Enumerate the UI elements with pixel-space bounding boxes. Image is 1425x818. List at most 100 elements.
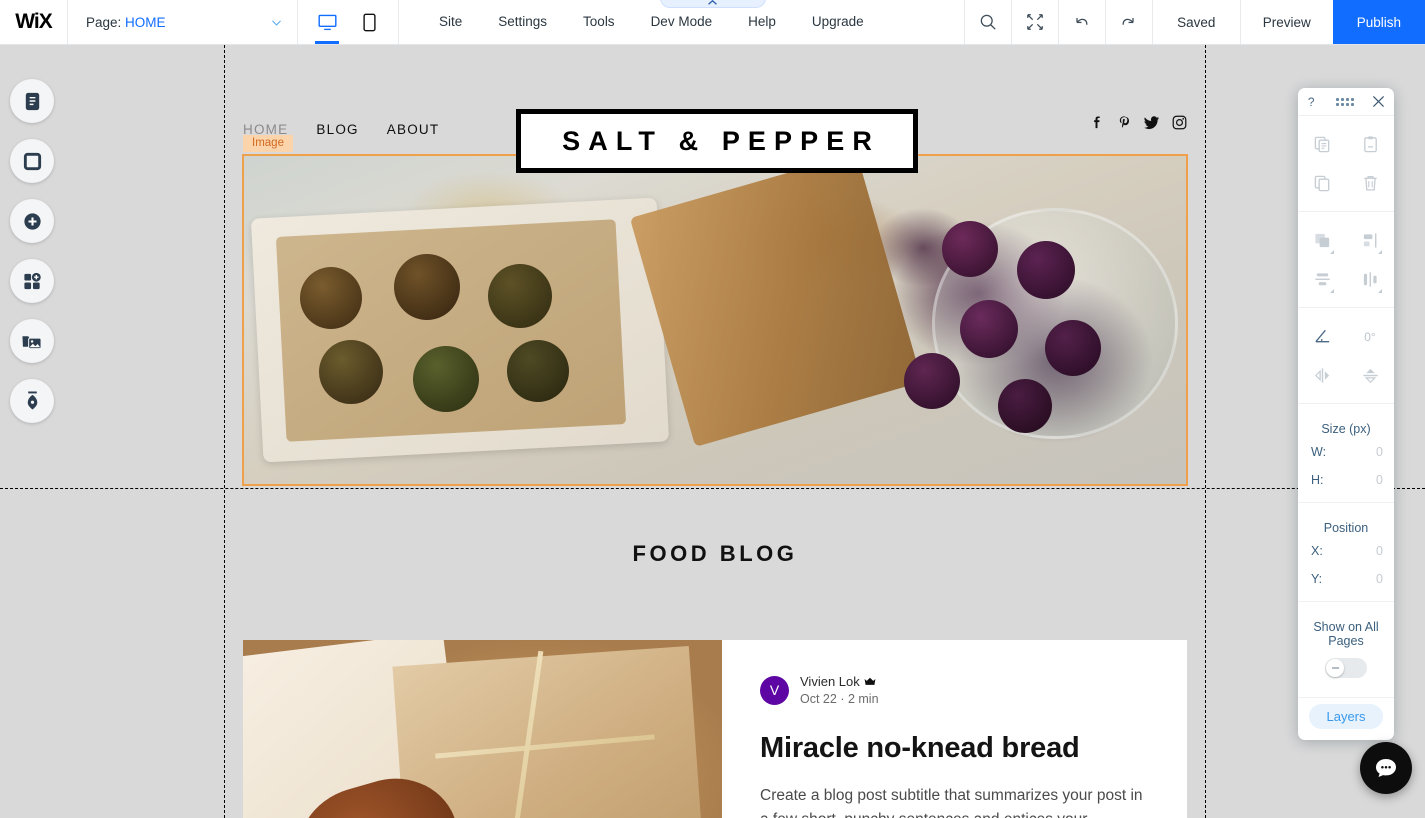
sidebar-item-my-uploads[interactable] [10, 319, 54, 363]
post-title[interactable]: Miracle no-knead bread [760, 732, 1149, 765]
drag-dots-icon[interactable] [1336, 97, 1354, 106]
site-nav-about[interactable]: ABOUT [387, 122, 440, 137]
avatar[interactable]: V [760, 675, 789, 705]
facebook-icon[interactable] [1090, 115, 1105, 130]
media-images-icon [22, 335, 42, 349]
pen-nib-icon [27, 391, 37, 410]
sidebar-item-add-apps[interactable] [10, 259, 54, 303]
site-nav-blog[interactable]: BLOG [316, 122, 358, 137]
duplicate-button[interactable] [1298, 164, 1346, 203]
pinterest-icon[interactable] [1117, 115, 1132, 130]
chat-widget-button[interactable] [1360, 742, 1412, 794]
guide-vertical-right [1205, 45, 1206, 818]
menu-item-settings[interactable]: Settings [480, 0, 565, 44]
distribute-horizontal-button[interactable] [1298, 260, 1346, 299]
panel-row [1298, 221, 1394, 260]
zoom-out-button[interactable] [1010, 0, 1058, 44]
mobile-view-button[interactable] [352, 0, 386, 44]
post-date: Oct 22 [800, 692, 837, 706]
panel-row [1298, 356, 1394, 395]
paste-button[interactable] [1346, 125, 1394, 164]
viewport-switcher [298, 0, 399, 44]
blog-post-card[interactable]: V Vivien Lok Oct 22 · 2 min Miracle no-k… [243, 640, 1187, 818]
panel-size-section: Size (px) W: 0 H: 0 [1298, 404, 1394, 503]
menu-item-tools[interactable]: Tools [565, 0, 633, 44]
chevron-up-icon [708, 0, 717, 5]
x-field[interactable]: X: 0 [1298, 537, 1394, 565]
rotate-value[interactable]: 0° [1346, 317, 1394, 356]
svg-text:?: ? [1308, 95, 1315, 109]
close-icon[interactable] [1372, 95, 1385, 108]
trash-icon [1363, 175, 1377, 191]
panel-row [1298, 260, 1394, 299]
flip-vertical-icon [1362, 368, 1378, 384]
menu-item-site[interactable]: Site [421, 0, 480, 44]
rotate-button[interactable] [1298, 317, 1346, 356]
decor-package [392, 645, 707, 818]
toggle-knob [1326, 659, 1344, 677]
post-meta: Oct 22 · 2 min [800, 692, 879, 706]
paste-icon [1363, 136, 1377, 153]
distribute-vertical-button[interactable] [1346, 260, 1394, 299]
undo-button[interactable] [1057, 0, 1105, 44]
show-on-all-pages-toggle[interactable] [1325, 658, 1367, 678]
site-logo-box[interactable]: SALT & PEPPER [516, 109, 918, 173]
selection-badge: Image [243, 135, 293, 152]
post-excerpt: Create a blog post subtitle that summari… [760, 787, 1143, 818]
site-logo-text: SALT & PEPPER [562, 125, 880, 156]
sidebar-item-background[interactable] [10, 139, 54, 183]
flip-horizontal-button[interactable] [1298, 356, 1346, 395]
selected-image-element[interactable]: Image [242, 135, 1188, 486]
twitter-icon[interactable] [1144, 115, 1160, 130]
size-label: Size (px) [1321, 422, 1371, 436]
post-thumbnail[interactable] [243, 640, 722, 818]
arrange-button[interactable] [1298, 221, 1346, 260]
distribute-vertical-icon [1363, 272, 1377, 287]
mobile-icon [362, 13, 376, 31]
sidebar-item-menus-and-pages[interactable] [10, 79, 54, 123]
page-selector[interactable]: Page: HOME [68, 0, 298, 44]
delete-button[interactable] [1346, 164, 1394, 203]
menu-item-upgrade[interactable]: Upgrade [794, 0, 882, 44]
width-field[interactable]: W: 0 [1298, 438, 1394, 466]
width-key: W: [1311, 445, 1327, 459]
wix-wordmark: WiX [15, 10, 52, 33]
panel-transform-section: 0° [1298, 308, 1394, 404]
element-tools-panel[interactable]: ? 0° Size (px) W: 0 H: 0 Position X: 0 Y… [1298, 88, 1394, 740]
decor-plum [903, 353, 960, 409]
hero-image[interactable] [242, 154, 1188, 486]
rotate-angle-icon [1314, 329, 1329, 343]
editor-canvas[interactable]: HOME BLOG ABOUT SALT & PEPPER Image FOOD… [0, 45, 1425, 818]
saved-status[interactable]: Saved [1151, 0, 1240, 44]
show-on-all-pages-toggle-wrap [1298, 650, 1394, 689]
preview-button[interactable]: Preview [1239, 0, 1333, 44]
desktop-view-button[interactable] [310, 0, 344, 44]
y-key: Y: [1311, 572, 1323, 586]
wix-logo[interactable]: WiX [0, 0, 68, 44]
toolbar-actions: Saved Preview Publish [963, 0, 1425, 44]
sidebar-item-start-blogging[interactable] [10, 379, 54, 423]
site-preview: HOME BLOG ABOUT SALT & PEPPER Image FOOD… [224, 45, 1206, 818]
x-value: 0 [1376, 544, 1383, 558]
question-mark-icon[interactable]: ? [1307, 95, 1318, 109]
redo-button[interactable] [1104, 0, 1152, 44]
layers-button[interactable]: Layers [1309, 704, 1383, 729]
panel-row [1298, 125, 1394, 164]
height-field[interactable]: H: 0 [1298, 466, 1394, 494]
publish-button[interactable]: Publish [1332, 0, 1425, 44]
pages-icon [25, 92, 39, 110]
y-field[interactable]: Y: 0 [1298, 565, 1394, 593]
panel-row [1298, 164, 1394, 203]
collapse-toolbar-tab[interactable] [659, 0, 766, 8]
page-current-name: HOME [125, 14, 166, 30]
decor-plum [941, 221, 998, 277]
sidebar-item-add-elements[interactable] [10, 199, 54, 243]
search-button[interactable] [963, 0, 1011, 44]
guide-horizontal [0, 488, 1425, 489]
instagram-icon[interactable] [1172, 115, 1187, 130]
align-button[interactable] [1346, 221, 1394, 260]
expand-corner-icon [1330, 289, 1334, 293]
flip-vertical-button[interactable] [1346, 356, 1394, 395]
copy-button[interactable] [1298, 125, 1346, 164]
decor-plum [412, 346, 479, 413]
